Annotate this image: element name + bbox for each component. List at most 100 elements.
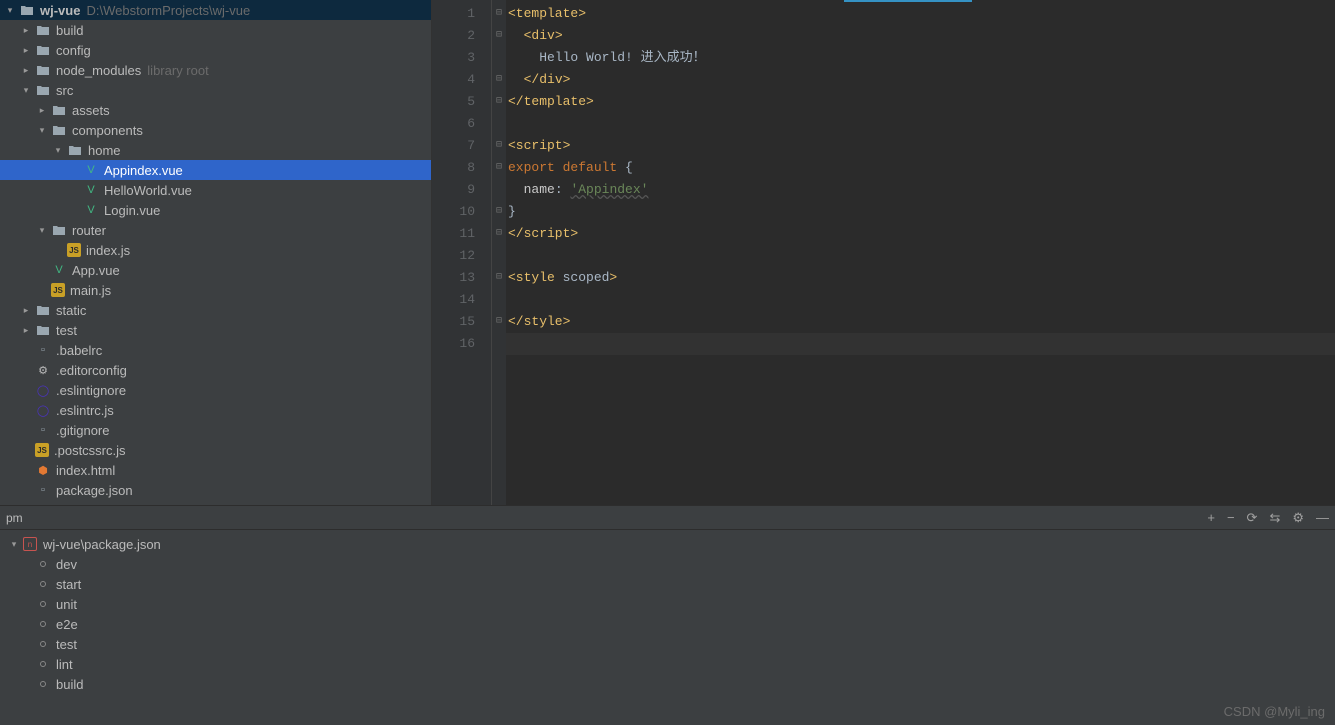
fold-marker[interactable]: ⊟ bbox=[492, 91, 506, 113]
tree-item[interactable]: VLogin.vue bbox=[0, 200, 431, 220]
chevron-right-icon[interactable]: ▸ bbox=[20, 64, 32, 76]
chevron-none bbox=[68, 204, 80, 216]
tree-item[interactable]: ◯ .eslintignore bbox=[0, 380, 431, 400]
project-tree[interactable]: ▾wj-vueD:\WebstormProjects\wj-vue▸build▸… bbox=[0, 0, 432, 505]
script-bullet-icon bbox=[40, 661, 46, 667]
fold-marker[interactable]: ⊟ bbox=[492, 69, 506, 91]
tree-item[interactable]: JSmain.js bbox=[0, 280, 431, 300]
tree-item[interactable]: ▾wj-vueD:\WebstormProjects\wj-vue bbox=[0, 0, 431, 20]
tree-item[interactable]: ▸ test bbox=[0, 320, 431, 340]
fold-marker[interactable]: ⊟ bbox=[492, 267, 506, 289]
npm-script[interactable]: lint bbox=[0, 654, 1335, 674]
tree-item[interactable]: ▾ home bbox=[0, 140, 431, 160]
remove-icon[interactable]: − bbox=[1227, 510, 1235, 526]
npm-root[interactable]: ▾nwj-vue\package.json bbox=[0, 534, 1335, 554]
tree-label: package.json bbox=[56, 483, 133, 498]
line-number: 11 bbox=[432, 223, 475, 245]
line-number: 3 bbox=[432, 47, 475, 69]
settings-icon[interactable]: ⚙ bbox=[1292, 510, 1304, 526]
tree-item[interactable]: ▾components bbox=[0, 120, 431, 140]
chevron-down-icon[interactable]: ▾ bbox=[8, 538, 20, 550]
npm-root-label: wj-vue\package.json bbox=[43, 537, 161, 552]
tree-label: home bbox=[88, 143, 121, 158]
tree-item[interactable]: VApp.vue bbox=[0, 260, 431, 280]
tree-item[interactable]: ▸ build bbox=[0, 20, 431, 40]
folder-icon bbox=[35, 302, 51, 318]
tree-label: .babelrc bbox=[56, 343, 102, 358]
code-token: : bbox=[555, 182, 571, 197]
minimize-icon[interactable]: — bbox=[1316, 510, 1329, 526]
fold-marker[interactable] bbox=[492, 245, 506, 267]
chevron-right-icon[interactable]: ▸ bbox=[20, 24, 32, 36]
tree-item[interactable]: JSindex.js bbox=[0, 240, 431, 260]
fold-marker[interactable]: ⊟ bbox=[492, 3, 506, 25]
tree-item[interactable]: ▸static bbox=[0, 300, 431, 320]
chevron-down-icon[interactable]: ▾ bbox=[52, 144, 64, 156]
fold-marker[interactable] bbox=[492, 333, 506, 355]
fold-marker[interactable]: ⊟ bbox=[492, 311, 506, 333]
tree-label: App.vue bbox=[72, 263, 120, 278]
tree-label: build bbox=[56, 23, 83, 38]
tree-item[interactable]: ⚙.editorconfig bbox=[0, 360, 431, 380]
tree-item[interactable]: ▫package.json bbox=[0, 480, 431, 500]
npm-scripts-panel[interactable]: pm + − ⟳ ⇆ ⚙ — ▾nwj-vue\package.jsondevs… bbox=[0, 505, 1335, 725]
code-token: <script> bbox=[508, 138, 570, 153]
npm-script[interactable]: build bbox=[0, 674, 1335, 694]
fold-marker[interactable]: ⊟ bbox=[492, 135, 506, 157]
chevron-right-icon[interactable]: ▸ bbox=[20, 324, 32, 336]
code-token: <template> bbox=[508, 6, 586, 21]
tree-item[interactable]: ⬢index.html bbox=[0, 460, 431, 480]
line-number: 1 bbox=[432, 3, 475, 25]
line-gutter: 12345678910111213141516 bbox=[432, 0, 492, 505]
tree-item[interactable]: VHelloWorld.vue bbox=[0, 180, 431, 200]
fold-marker[interactable]: ⊟ bbox=[492, 25, 506, 47]
chevron-down-icon[interactable]: ▾ bbox=[20, 84, 32, 96]
chevron-down-icon[interactable]: ▾ bbox=[4, 4, 16, 16]
npm-script-label: start bbox=[56, 577, 81, 592]
tree-item[interactable]: ▸config bbox=[0, 40, 431, 60]
tree-item[interactable]: ▸node_moduleslibrary root bbox=[0, 60, 431, 80]
run-icon[interactable]: ⇆ bbox=[1269, 510, 1280, 526]
script-bullet-icon bbox=[40, 601, 46, 607]
vue-icon: V bbox=[83, 202, 99, 218]
folder-icon bbox=[35, 322, 51, 338]
fold-marker[interactable]: ⊟ bbox=[492, 201, 506, 223]
code-editor[interactable]: 12345678910111213141516 ⊟⊟⊟⊟⊟⊟⊟⊟⊟⊟ <temp… bbox=[432, 0, 1335, 505]
fold-marker[interactable] bbox=[492, 113, 506, 135]
tree-item[interactable]: ▾src bbox=[0, 80, 431, 100]
fold-marker[interactable] bbox=[492, 47, 506, 69]
tree-label: test bbox=[56, 323, 77, 338]
chevron-right-icon[interactable]: ▸ bbox=[20, 44, 32, 56]
refresh-icon[interactable]: ⟳ bbox=[1247, 510, 1258, 526]
tree-item[interactable]: ▾router bbox=[0, 220, 431, 240]
tree-item[interactable]: ▸assets bbox=[0, 100, 431, 120]
script-bullet-icon bbox=[40, 561, 46, 567]
npm-script[interactable]: e2e bbox=[0, 614, 1335, 634]
tree-item[interactable]: ▫.babelrc bbox=[0, 340, 431, 360]
tree-item[interactable]: VAppindex.vue bbox=[0, 160, 431, 180]
tree-label: .eslintignore bbox=[56, 383, 126, 398]
chevron-right-icon[interactable]: ▸ bbox=[20, 304, 32, 316]
line-number: 10 bbox=[432, 201, 475, 223]
chevron-none bbox=[52, 244, 64, 256]
tree-item[interactable]: ◯.eslintrc.js bbox=[0, 400, 431, 420]
chevron-right-icon[interactable]: ▸ bbox=[36, 104, 48, 116]
eslint-icon: ◯ bbox=[35, 382, 51, 398]
chevron-none bbox=[20, 344, 32, 356]
fold-marker[interactable] bbox=[492, 289, 506, 311]
npm-script[interactable]: start bbox=[0, 574, 1335, 594]
tree-item[interactable]: ▫.gitignore bbox=[0, 420, 431, 440]
fold-marker[interactable]: ⊟ bbox=[492, 223, 506, 245]
fold-marker[interactable] bbox=[492, 179, 506, 201]
fold-marker[interactable]: ⊟ bbox=[492, 157, 506, 179]
line-number: 5 bbox=[432, 91, 475, 113]
chevron-down-icon[interactable]: ▾ bbox=[36, 224, 48, 236]
npm-script[interactable]: test bbox=[0, 634, 1335, 654]
npm-script[interactable]: unit bbox=[0, 594, 1335, 614]
npm-script[interactable]: dev bbox=[0, 554, 1335, 574]
chevron-down-icon[interactable]: ▾ bbox=[36, 124, 48, 136]
code-area[interactable]: <template> <div> Hello World! 进入成功！ </di… bbox=[506, 0, 1335, 505]
js-icon: JS bbox=[35, 443, 49, 457]
add-icon[interactable]: + bbox=[1207, 510, 1215, 526]
tree-item[interactable]: JS.postcssrc.js bbox=[0, 440, 431, 460]
